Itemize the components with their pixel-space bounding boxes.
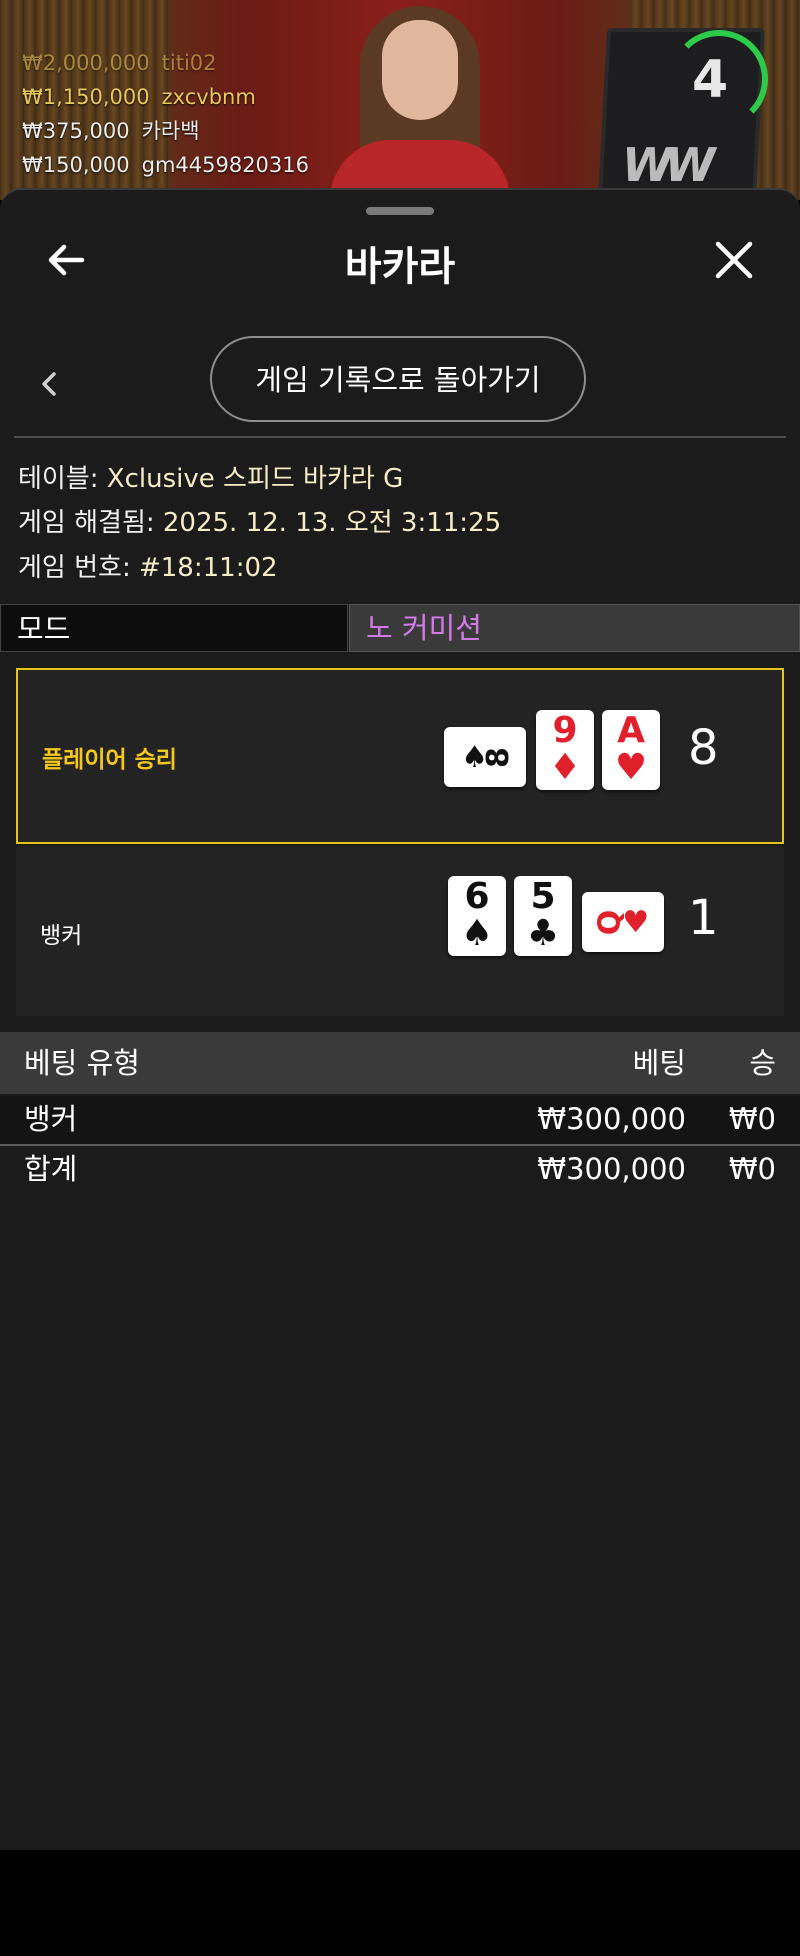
- drag-handle[interactable]: [366, 207, 434, 215]
- close-icon[interactable]: [712, 238, 756, 282]
- mode-label: 모드: [0, 604, 348, 652]
- live-video: ₩2,000,000 titi02 ₩1,150,000 zxcvbnm ₩375,…: [0, 0, 800, 200]
- card-suit: ♥: [614, 747, 648, 788]
- resolved-label: 게임 해결됨:: [18, 508, 155, 538]
- card-suit: ♠: [460, 913, 494, 954]
- countdown-timer: 4 WW: [592, 26, 768, 200]
- card-rank: 8: [480, 746, 516, 768]
- winner-row: ₩1,150,000 zxcvbnm: [22, 80, 309, 114]
- table-info: 테이블: Xclusive 스피드 바카라 G: [18, 458, 403, 495]
- mode-value: 노 커미션: [349, 604, 800, 652]
- playing-card: 6 ♠: [448, 876, 506, 956]
- resolved-value: 2025. 12. 13. 오전 3:11:25: [162, 508, 502, 538]
- player-result-label: 플레이어 승리: [42, 747, 177, 773]
- card-rank: 6: [464, 876, 490, 917]
- playing-card: 9 ♦: [536, 710, 594, 790]
- card-rank: A: [617, 710, 645, 751]
- winner-amount: ₩150,000: [22, 153, 130, 177]
- playing-card: Q ♥: [582, 892, 664, 952]
- chevron-left-icon[interactable]: [36, 364, 62, 404]
- player-hand: 플레이어 승리 ♠ 8 9 ♦ A ♥ 8: [16, 668, 784, 844]
- game-detail-sheet: 바카라 게임 기록으로 돌아가기 테이블: Xclusive 스피드 바카라 G…: [0, 188, 800, 1852]
- total-win: ₩0: [728, 1152, 776, 1186]
- timer-value: 4: [692, 50, 729, 110]
- winner-row: ₩375,000 카라백: [22, 114, 309, 148]
- winner-name: titi02: [161, 51, 217, 75]
- total-row: 합계 ₩300,000 ₩0: [0, 1146, 800, 1194]
- card-rank: 5: [530, 876, 556, 917]
- game-number-value: #18:11:02: [138, 553, 278, 583]
- winners-list: ₩2,000,000 titi02 ₩1,150,000 zxcvbnm ₩375,…: [22, 46, 309, 182]
- banker-result-label: 뱅커: [40, 923, 83, 949]
- winner-name: zxcvbnm: [161, 85, 256, 109]
- column-header-bet: 베팅: [632, 1046, 686, 1080]
- table-row: 뱅커 ₩300,000 ₩0: [0, 1096, 800, 1146]
- card-rank: 9: [552, 710, 578, 751]
- provider-logo-icon: WW: [622, 138, 716, 192]
- playing-card: A ♥: [602, 710, 660, 790]
- playing-card: ♠ 8: [444, 727, 526, 787]
- bet-type: 뱅커: [24, 1102, 78, 1136]
- winner-row: ₩150,000 gm4459820316: [22, 148, 309, 182]
- win-amount: ₩0: [728, 1102, 776, 1136]
- playing-card: 5 ♣: [514, 876, 572, 956]
- card-suit: ♦: [548, 747, 582, 788]
- winner-amount: ₩2,000,000: [22, 51, 150, 75]
- player-score: 8: [688, 720, 719, 776]
- bets-table-header: 베팅 유형 베팅 승: [0, 1032, 800, 1094]
- total-bet: ₩300,000: [537, 1152, 686, 1186]
- divider: [14, 436, 786, 438]
- bottom-bar: [0, 1850, 800, 1956]
- column-header-type: 베팅 유형: [24, 1046, 140, 1080]
- card-suit: ♣: [526, 913, 560, 954]
- banker-score: 1: [688, 890, 719, 946]
- banker-hand: 뱅커 6 ♠ 5 ♣ Q ♥ 1: [16, 846, 784, 1016]
- winner-row: ₩2,000,000 titi02: [22, 46, 309, 80]
- winner-amount: ₩1,150,000: [22, 85, 150, 109]
- card-rank: Q: [592, 909, 628, 935]
- game-number-info: 게임 번호: #18:11:02: [18, 547, 278, 584]
- table-value: Xclusive 스피드 바카라 G: [106, 464, 404, 494]
- resolved-info: 게임 해결됨: 2025. 12. 13. 오전 3:11:25: [18, 502, 501, 539]
- column-header-win: 승: [749, 1046, 776, 1080]
- winner-name: 카라백: [141, 119, 200, 143]
- game-number-label: 게임 번호:: [18, 553, 131, 583]
- dealer-image: [320, 0, 520, 200]
- mode-row: 모드 노 커미션: [0, 604, 800, 654]
- bet-amount: ₩300,000: [537, 1102, 686, 1136]
- total-label: 합계: [24, 1152, 78, 1186]
- winner-amount: ₩375,000: [22, 119, 130, 143]
- table-label: 테이블:: [18, 464, 99, 494]
- winner-name: gm4459820316: [141, 153, 310, 177]
- back-to-history-button[interactable]: 게임 기록으로 돌아가기: [210, 336, 586, 422]
- page-title: 바카라: [344, 244, 456, 290]
